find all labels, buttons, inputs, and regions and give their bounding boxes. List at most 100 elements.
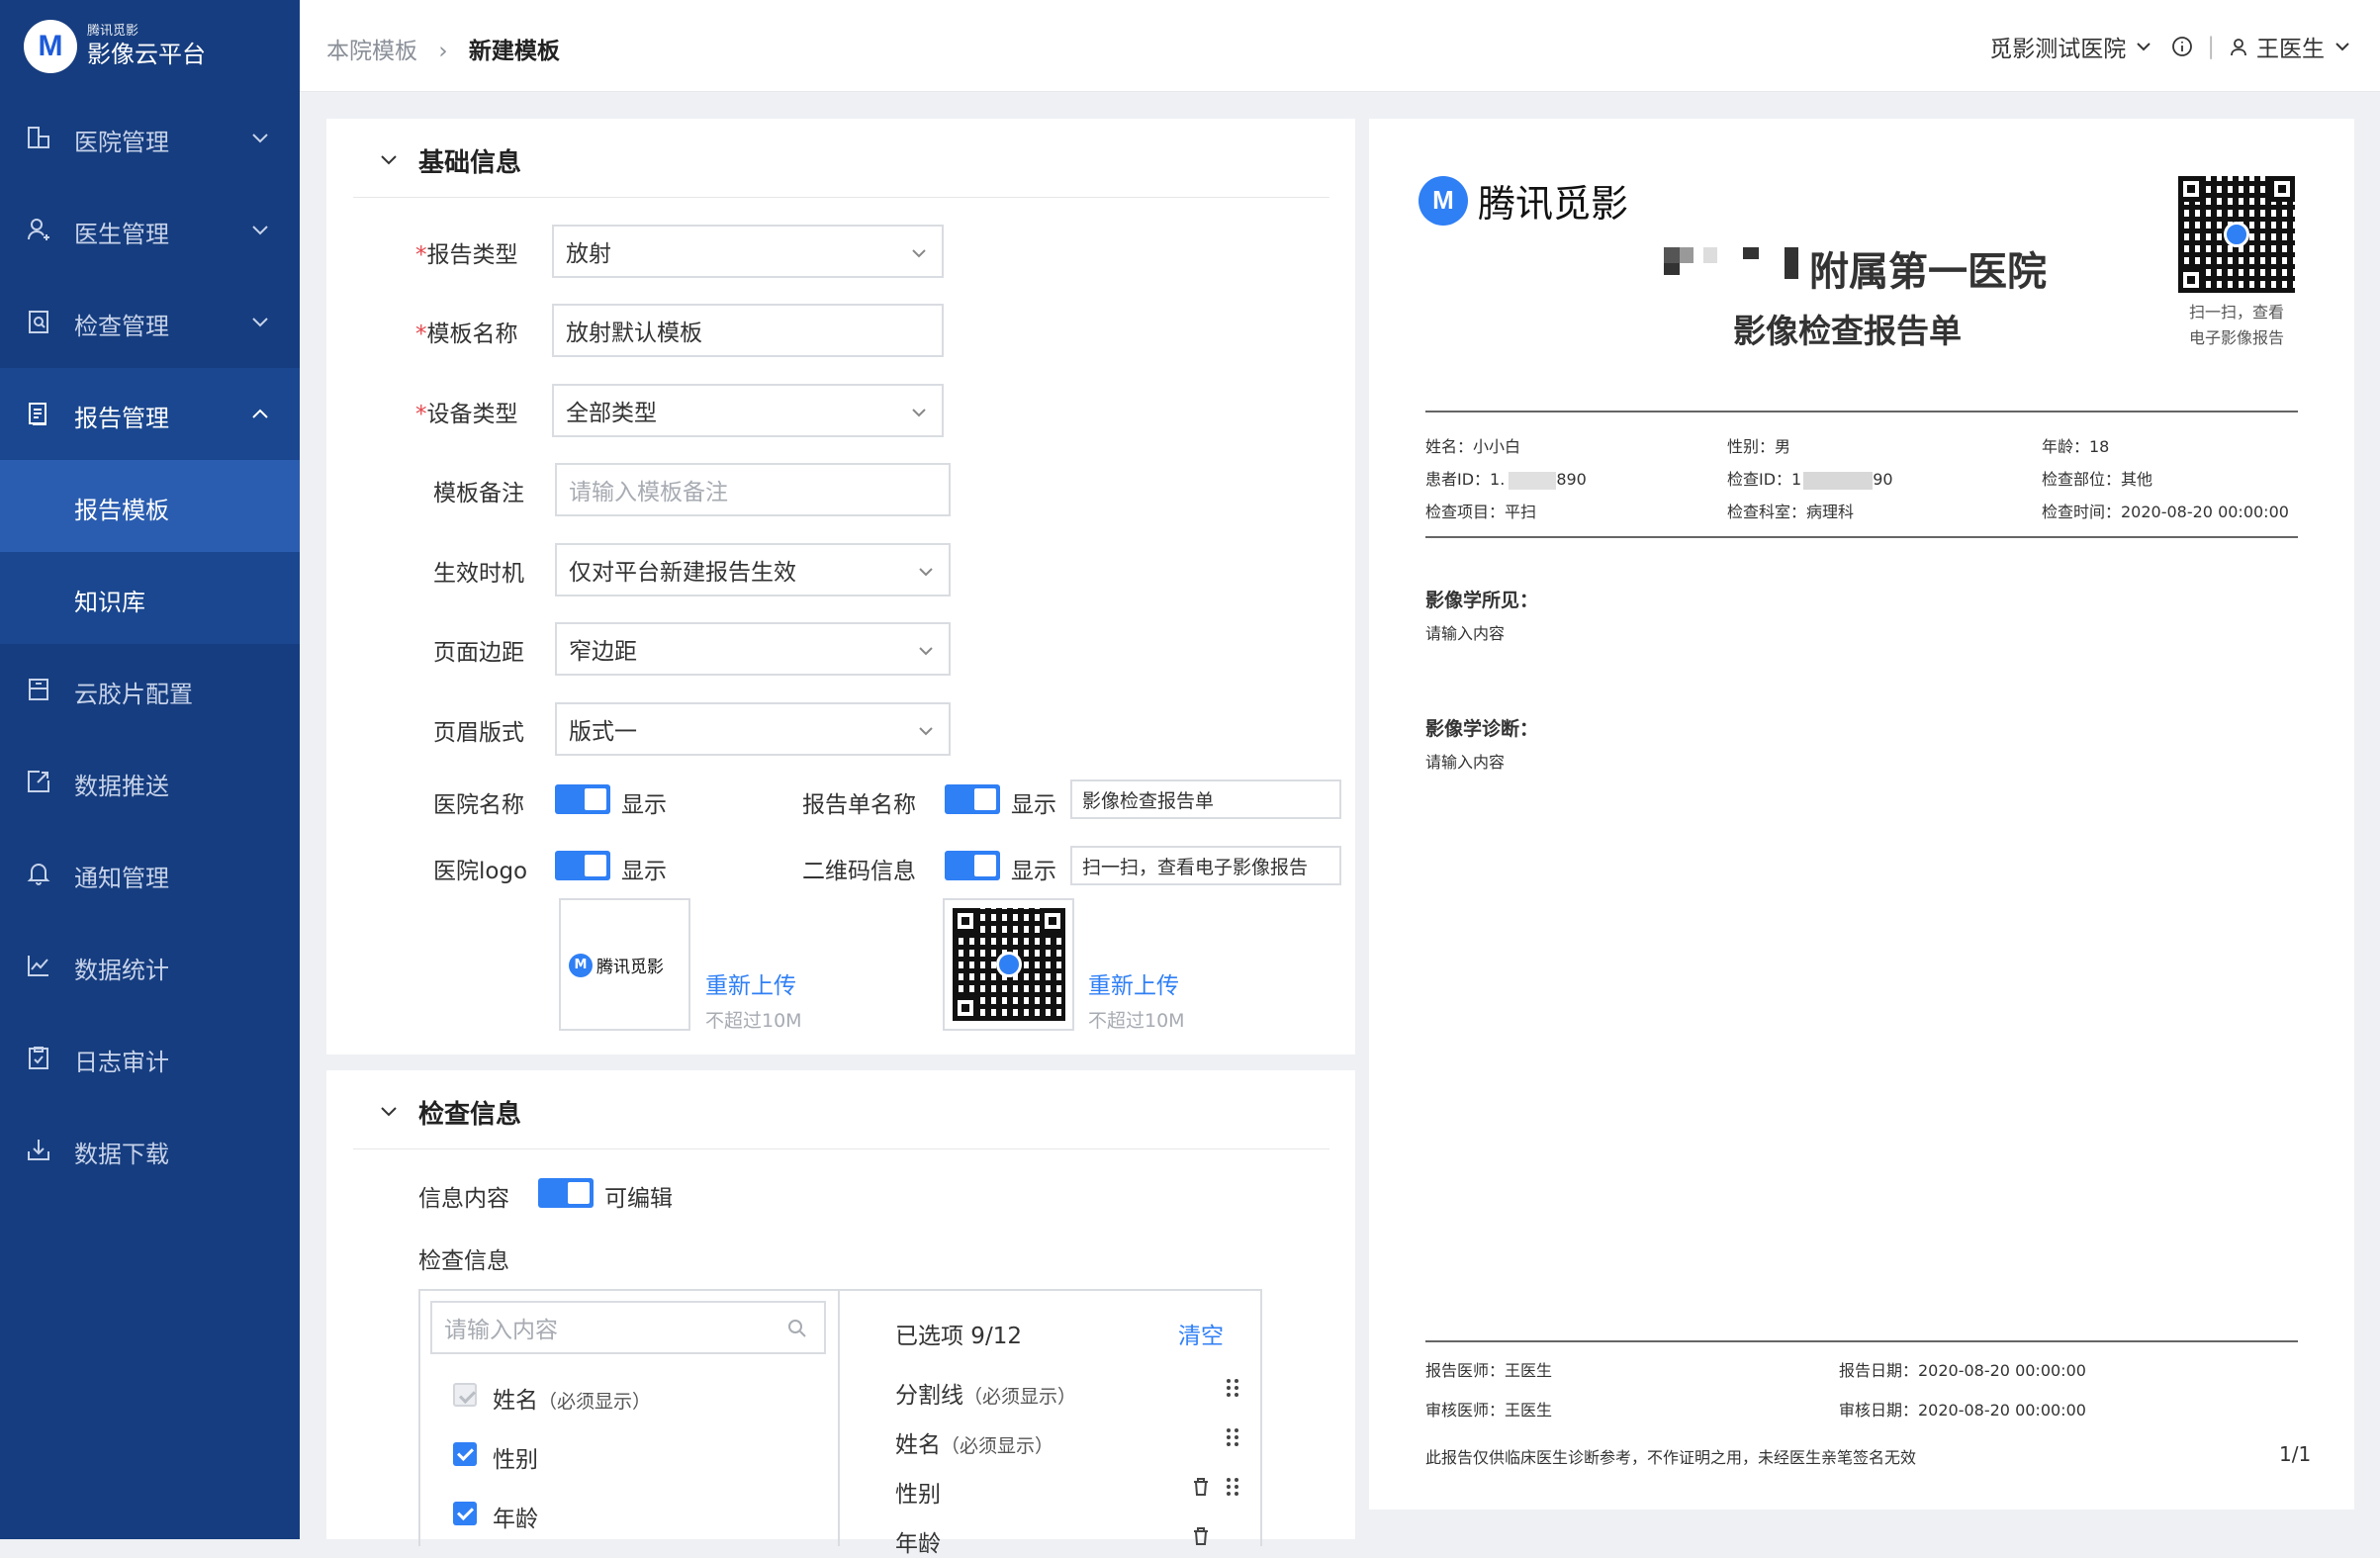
logo-title: 影像云平台	[87, 41, 206, 68]
editable-toggle[interactable]	[538, 1178, 594, 1208]
selected-item: 年龄	[895, 1531, 941, 1557]
diagnosis-content[interactable]: 请输入内容	[1425, 749, 1505, 773]
report-title: 影像检查报告单	[1733, 312, 1962, 350]
toggle-label: 显示	[621, 859, 667, 884]
clear-button[interactable]: 清空	[1178, 1317, 1224, 1350]
search-icon[interactable]	[786, 1318, 808, 1339]
checkbox-gender[interactable]	[453, 1442, 477, 1466]
nav-audit-log[interactable]: 日志审计	[0, 1012, 300, 1104]
nav-statistics[interactable]: 数据统计	[0, 920, 300, 1012]
list-item: 姓名（必须显示）	[493, 1388, 652, 1414]
nav-hospital-management[interactable]: 医院管理	[0, 92, 300, 184]
info-icon[interactable]	[2171, 36, 2193, 57]
margin-select[interactable]: 窄边距	[555, 622, 951, 676]
checkbox-name	[453, 1383, 477, 1407]
nav-label: 数据推送	[74, 773, 169, 800]
chevron-up-icon	[252, 409, 268, 418]
report-type-select[interactable]: 放射	[552, 225, 944, 278]
list-item: 性别	[493, 1447, 538, 1473]
diagnosis-title: 影像学诊断：	[1425, 718, 1539, 740]
push-icon	[28, 771, 49, 792]
selected-item: 性别	[895, 1482, 941, 1508]
findings-content[interactable]: 请输入内容	[1425, 620, 1505, 644]
nav-cloud-film[interactable]: 云胶片配置	[0, 644, 300, 736]
info-divider	[1425, 536, 2298, 538]
sidebar: M 腾讯觅影 影像云平台 医院管理 医生管理 检查管理 报告管理 报告模板 知识…	[0, 0, 300, 1539]
effective-select[interactable]: 仅对平台新建报告生效	[555, 543, 951, 596]
nav-label: 通知管理	[74, 865, 169, 892]
exam-info-label: 检查信息	[418, 1248, 509, 1274]
chevron-down-icon[interactable]	[378, 148, 400, 170]
exam-icon	[29, 311, 48, 333]
reupload-qr-link[interactable]: 重新上传	[1088, 966, 1179, 1000]
patient-id: 患者ID：1. 890	[1425, 470, 1587, 490]
item-search-input[interactable]: 请输入内容	[430, 1301, 826, 1354]
exam-part: 检查部位：其他	[2042, 470, 2153, 489]
breadcrumb: 本院模板 › 新建模板	[326, 32, 560, 65]
nav-label: 知识库	[74, 589, 145, 616]
patient-age: 年龄：18	[2042, 437, 2110, 456]
remark-label: 模板备注	[433, 481, 524, 506]
qr-preview[interactable]	[943, 898, 1074, 1031]
nav-doctor-management[interactable]: 医生管理	[0, 184, 300, 276]
effective-label: 生效时机	[433, 561, 524, 587]
report-preview: M 腾讯觅影 附属第一医院 影像检查报告单 扫一扫，查看 电子影像报告 姓名：小小…	[1369, 119, 2354, 1510]
divider: |	[2207, 34, 2215, 59]
nav-label: 报告模板	[74, 497, 169, 524]
disclaimer: 此报告仅供临床医生诊断参考，不作证明之用，未经医生亲笔签名无效	[1425, 1448, 1917, 1467]
device-type-select[interactable]: 全部类型	[552, 384, 944, 437]
header-style-select[interactable]: 版式一	[555, 702, 951, 756]
chevron-down-icon	[252, 226, 268, 235]
brand-logo-icon: M	[1419, 175, 1468, 226]
nav-exam-management[interactable]: 检查管理	[0, 276, 300, 368]
qr-text-input[interactable]: 扫一扫，查看电子影像报告	[1070, 846, 1341, 885]
user-name[interactable]: 王医生	[2256, 30, 2325, 63]
size-hint: 不超过10M	[705, 1010, 802, 1032]
selected-items-box: 已选项 9/12 清空 分割线（必须显示） 姓名（必须显示） 性别 年龄	[840, 1289, 1262, 1557]
remark-input[interactable]: 请输入模板备注	[555, 463, 951, 516]
hospital-icon	[28, 127, 49, 148]
chevron-down-icon	[919, 568, 933, 577]
logo-preview-text: 腾讯觅影	[596, 958, 664, 977]
nav-data-push[interactable]: 数据推送	[0, 736, 300, 828]
nav-report-template[interactable]: 报告模板	[0, 460, 300, 552]
exam-time: 检查时间：2020-08-20 00:00:00	[2042, 503, 2289, 521]
reupload-logo-link[interactable]: 重新上传	[705, 966, 796, 1000]
nav-knowledge-base[interactable]: 知识库	[0, 552, 300, 644]
nav-notification[interactable]: 通知管理	[0, 828, 300, 920]
footer-divider	[1425, 1340, 2298, 1342]
trash-icon[interactable]	[1192, 1477, 1210, 1497]
checkbox-age[interactable]	[453, 1502, 477, 1525]
drag-handle-icon[interactable]	[1226, 1427, 1239, 1447]
exam-info-panel: 检查信息 信息内容 可编辑 检查信息 请输入内容 姓名（必须显示） 性别 年龄 …	[326, 1070, 1355, 1557]
doctor-icon	[28, 219, 49, 240]
trash-icon[interactable]	[1192, 1526, 1210, 1546]
hospital-logo-toggle[interactable]	[555, 851, 610, 880]
toggle-label: 可编辑	[604, 1186, 673, 1212]
nav-data-download[interactable]: 数据下载	[0, 1104, 300, 1196]
report-name-input[interactable]: 影像检查报告单	[1070, 779, 1341, 819]
app-logo[interactable]: M 腾讯觅影 影像云平台	[24, 20, 206, 73]
top-bar: 本院模板 › 新建模板 觅影测试医院 | 王医生	[300, 0, 2380, 92]
chevron-down-icon[interactable]	[378, 1100, 400, 1122]
patient-gender: 性别：男	[1727, 437, 1791, 456]
template-name-input[interactable]: 放射默认模板	[552, 304, 944, 357]
nav-label: 检查管理	[74, 313, 169, 340]
chevron-down-icon[interactable]	[2333, 37, 2352, 56]
nav-report-management[interactable]: 报告管理	[0, 368, 300, 460]
breadcrumb-parent[interactable]: 本院模板	[326, 39, 417, 64]
report-name-toggle[interactable]	[945, 784, 1000, 814]
brand-logo-icon: M	[569, 953, 593, 977]
drag-handle-icon[interactable]	[1226, 1477, 1239, 1497]
drag-handle-icon[interactable]	[1226, 1378, 1239, 1398]
selected-item: 姓名（必须显示）	[895, 1432, 1054, 1458]
hospital-selector[interactable]: 觅影测试医院	[1989, 30, 2126, 63]
qr-info-toggle[interactable]	[945, 851, 1000, 880]
nav-label: 数据统计	[74, 957, 169, 984]
logo-preview[interactable]: M 腾讯觅影	[559, 898, 690, 1031]
chevron-down-icon	[912, 249, 926, 258]
chevron-down-icon[interactable]	[2134, 37, 2153, 56]
nav-label: 医院管理	[74, 129, 169, 156]
hospital-name-toggle[interactable]	[555, 784, 610, 814]
toggle-label: 显示	[1011, 792, 1056, 818]
